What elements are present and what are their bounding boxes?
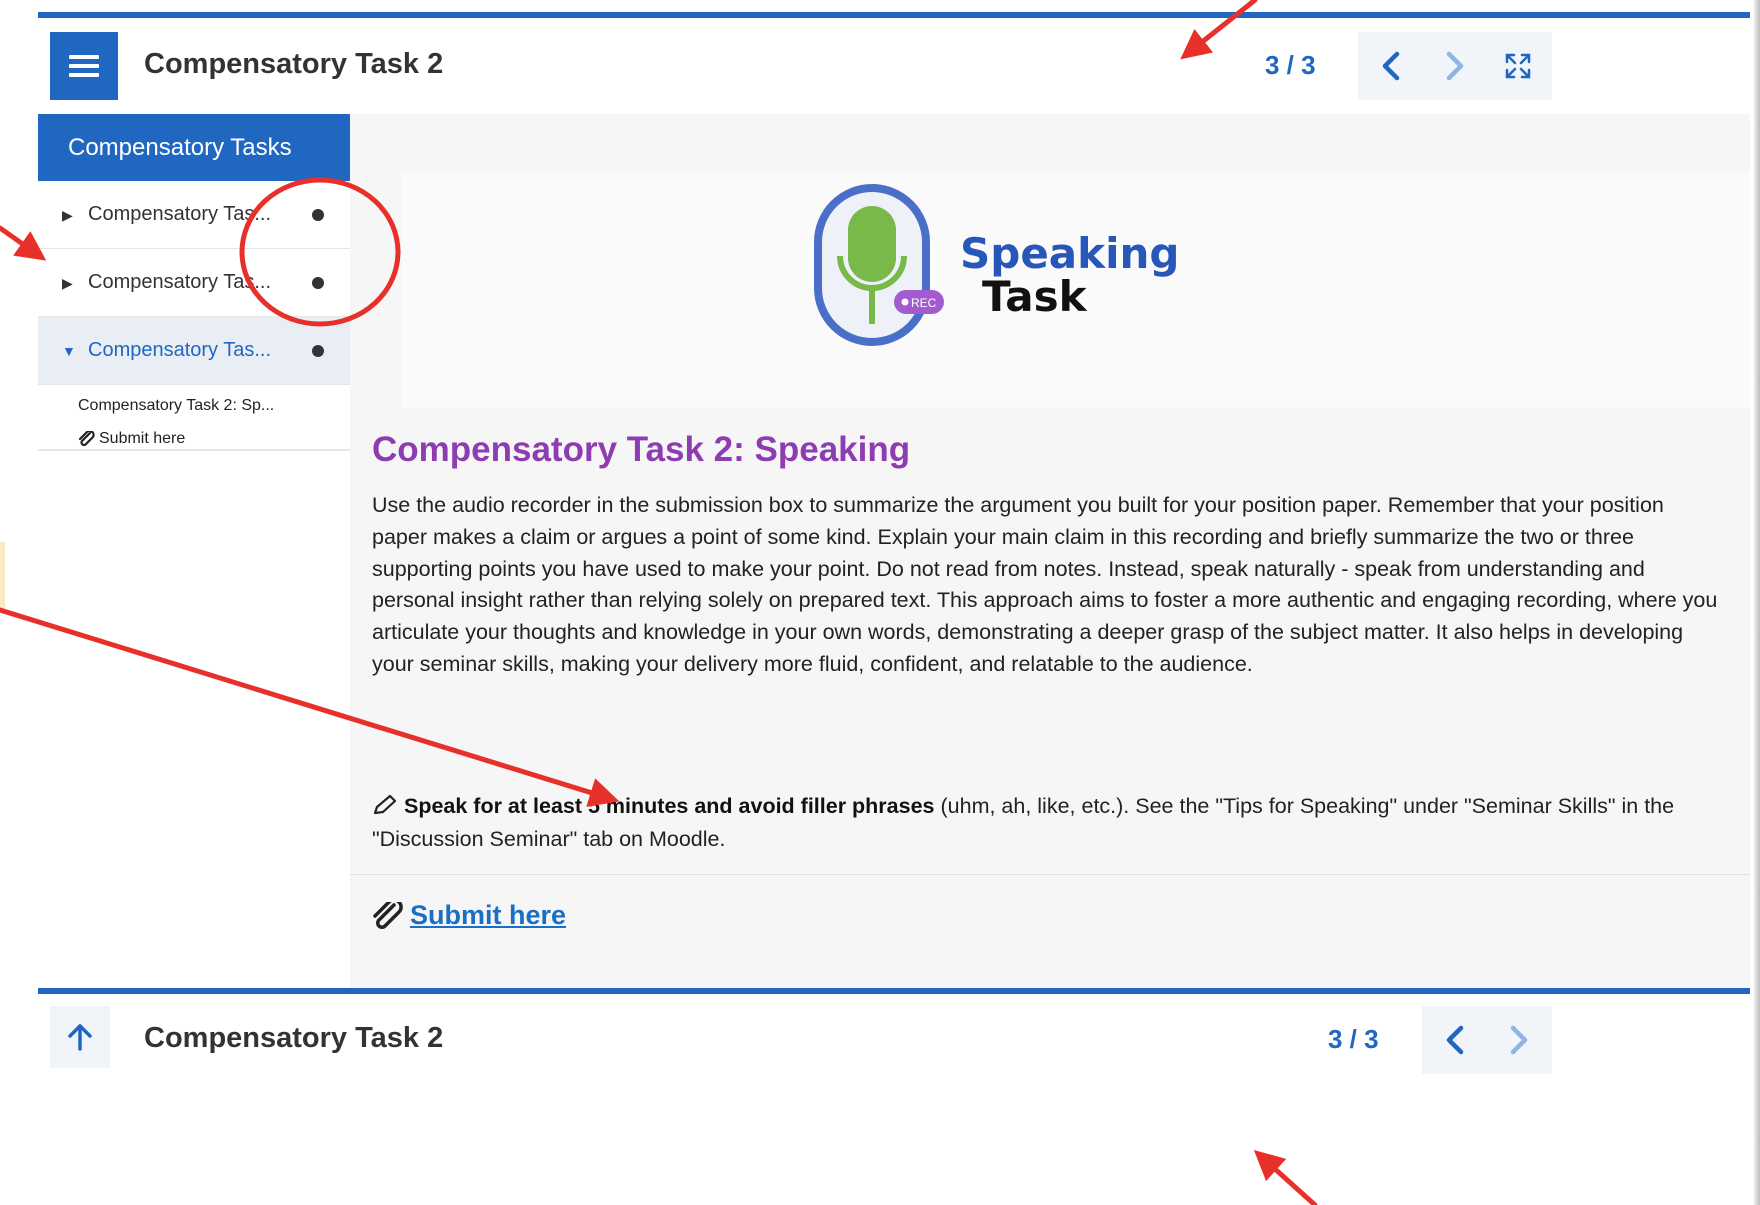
submit-link-label: Submit here bbox=[410, 900, 567, 930]
window-edge-shadow bbox=[1754, 0, 1760, 1205]
footer-next-page-button[interactable] bbox=[1484, 1006, 1552, 1074]
content-note: Speak for at least 5 minutes and avoid f… bbox=[372, 790, 1722, 856]
task-banner: REC Speaking Task bbox=[402, 172, 1750, 408]
content-heading: Compensatory Task 2: Speaking bbox=[372, 430, 911, 469]
expand-arrows-icon bbox=[1505, 53, 1531, 79]
sidebar-item-label: Compensatory Tas... bbox=[88, 203, 272, 225]
footer-title: Compensatory Task 2 bbox=[144, 1022, 444, 1054]
menu-button[interactable] bbox=[50, 32, 118, 100]
annotation-arrow-sidebar bbox=[0, 225, 47, 261]
caret-down-icon: ▼ bbox=[62, 343, 76, 359]
sidebar-item-label: Compensatory Tas... bbox=[88, 339, 272, 361]
rec-badge: REC bbox=[911, 296, 937, 310]
chapter-sidebar: Compensatory Tasks ▶ Compensatory Tas...… bbox=[38, 114, 350, 988]
chevron-left-icon bbox=[1382, 51, 1400, 81]
note-emphasis: Speak for at least 5 minutes and avoid f… bbox=[403, 794, 935, 818]
annotation-callout bbox=[0, 542, 5, 612]
banner-speaking-text: Speaking bbox=[960, 229, 1180, 278]
caret-right-icon: ▶ bbox=[62, 275, 73, 291]
status-dot bbox=[312, 345, 324, 357]
paperclip-icon bbox=[78, 431, 95, 447]
footer-prev-page-button[interactable] bbox=[1422, 1006, 1490, 1074]
prev-page-button[interactable] bbox=[1358, 32, 1426, 100]
status-dot bbox=[312, 277, 324, 289]
chevron-right-icon bbox=[1446, 51, 1464, 81]
chevron-left-icon bbox=[1446, 1025, 1464, 1055]
caret-right-icon: ▶ bbox=[62, 207, 73, 223]
sidebar-item-3[interactable]: ▼ Compensatory Tas... bbox=[38, 317, 350, 385]
page-title: Compensatory Task 2 bbox=[144, 48, 444, 80]
sidebar-subitem-speaking[interactable]: Compensatory Task 2: Sp... bbox=[78, 397, 274, 415]
sidebar-item-1[interactable]: ▶ Compensatory Tas... bbox=[38, 181, 350, 249]
sidebar-subitems: Compensatory Task 2: Sp... Submit here bbox=[38, 385, 350, 451]
hamburger-menu-icon bbox=[69, 55, 99, 77]
arrow-up-icon bbox=[68, 1024, 92, 1051]
submit-label: Submit here bbox=[99, 430, 186, 447]
content-body: Use the audio recorder in the submission… bbox=[372, 493, 1718, 676]
sidebar-heading: Compensatory Tasks bbox=[38, 114, 350, 181]
fullscreen-button[interactable] bbox=[1484, 32, 1552, 100]
sidebar-item-label: Compensatory Tas... bbox=[88, 271, 272, 293]
footer-page-indicator: 3 / 3 bbox=[1328, 1024, 1379, 1054]
footer-bar: Compensatory Task 2 3 / 3 bbox=[38, 994, 1750, 1087]
page-content: REC Speaking Task Compensatory Task 2: S… bbox=[350, 114, 1750, 988]
status-dot bbox=[312, 209, 324, 221]
next-page-button[interactable] bbox=[1420, 32, 1488, 100]
back-to-top-button[interactable] bbox=[50, 1006, 110, 1068]
page-indicator: 3 / 3 bbox=[1265, 50, 1316, 80]
content-divider bbox=[350, 874, 1750, 875]
chevron-right-icon bbox=[1510, 1025, 1528, 1055]
pencil-icon bbox=[373, 794, 397, 815]
paperclip-icon bbox=[373, 901, 403, 929]
submit-link[interactable]: Submit here bbox=[372, 900, 566, 931]
header-bar: Compensatory Task 2 3 / 3 bbox=[38, 18, 1750, 114]
banner-task-text: Task bbox=[982, 272, 1087, 321]
sidebar-item-2[interactable]: ▶ Compensatory Tas... bbox=[38, 249, 350, 317]
book-viewer: Compensatory Task 2 3 / 3 Compensatory T… bbox=[38, 12, 1750, 1205]
sidebar-subitem-submit[interactable]: Submit here bbox=[78, 430, 185, 448]
